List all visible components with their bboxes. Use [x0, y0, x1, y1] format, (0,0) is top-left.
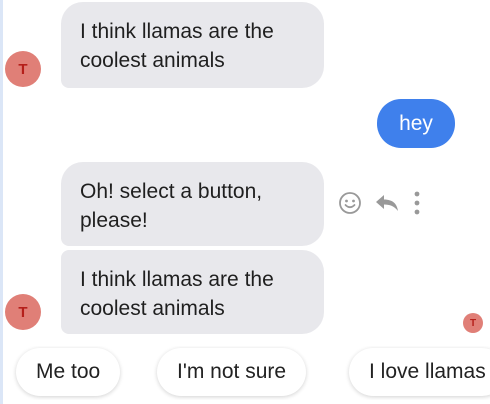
typing-avatar-initial: T — [469, 317, 477, 329]
smiley-icon[interactable] — [338, 191, 362, 215]
message-text: Oh! select a button, please! — [80, 180, 263, 232]
bot-message-bubble: I think llamas are the coolest animals — [61, 2, 324, 88]
message-actions — [338, 190, 434, 216]
quick-reply-love-llamas[interactable]: I love llamas — [349, 348, 490, 396]
bot-message-bubble: Oh! select a button, please! — [61, 162, 324, 246]
more-options-icon[interactable] — [412, 190, 422, 216]
quick-reply-not-sure[interactable]: I'm not sure — [157, 348, 307, 396]
typing-avatar: T — [463, 313, 483, 333]
bot-avatar: T — [5, 294, 41, 330]
user-message-bubble: hey — [377, 99, 455, 148]
chat-left-border — [0, 0, 3, 404]
message-text: I think llamas are the coolest animals — [80, 268, 274, 320]
bot-avatar-initial: T — [18, 303, 28, 321]
bot-avatar-initial: T — [18, 60, 28, 78]
quick-reply-me-too[interactable]: Me too — [16, 348, 121, 396]
message-text: I think llamas are the coolest animals — [80, 20, 274, 72]
message-text: hey — [399, 111, 433, 135]
bot-avatar: T — [5, 51, 41, 87]
quick-reply-label: I'm not sure — [177, 360, 287, 383]
quick-reply-label: Me too — [36, 360, 101, 383]
quick-replies: Me too I'm not sure I love llamas — [0, 346, 490, 400]
bot-message-bubble: I think llamas are the coolest animals — [61, 250, 324, 334]
reply-icon[interactable] — [374, 192, 400, 214]
quick-reply-label: I love llamas — [369, 360, 486, 383]
